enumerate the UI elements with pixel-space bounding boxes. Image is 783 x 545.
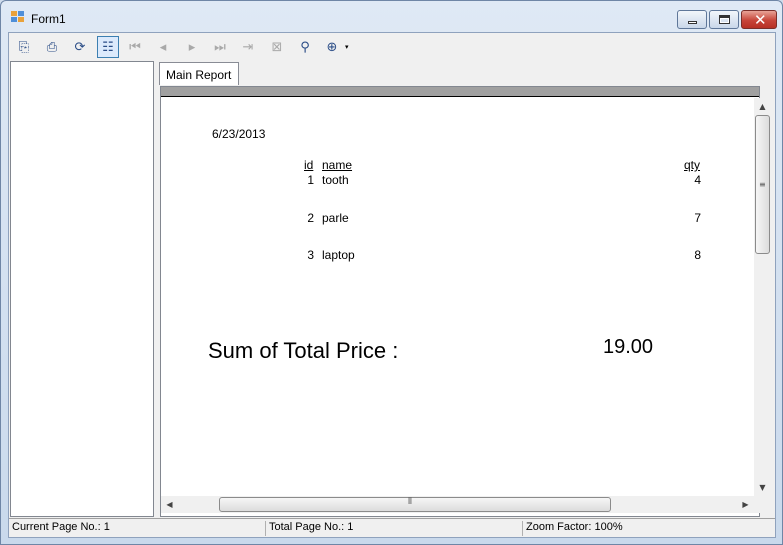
- find-text-button[interactable]: ⚲: [294, 36, 316, 58]
- zoom-button[interactable]: ⊕: [321, 36, 343, 58]
- export-report-button[interactable]: ⎘: [13, 36, 35, 58]
- last-page-icon: ⏭: [214, 39, 226, 55]
- scroll-left-icon[interactable]: ◀: [161, 496, 178, 513]
- find-binoculars-icon: ⚲: [300, 39, 310, 55]
- next-page-icon: ▸: [188, 39, 196, 55]
- toggle-group-tree-button[interactable]: ☷: [97, 36, 119, 58]
- export-report-icon: ⎘: [18, 39, 30, 55]
- row-name: parle: [322, 211, 349, 225]
- minimize-icon: [688, 21, 697, 24]
- vertical-scroll-thumb[interactable]: ≡: [755, 115, 770, 254]
- report-page-area[interactable]: 6/23/2013 id name qty 1 tooth 4 2 parle …: [160, 86, 771, 517]
- viewer-top-border: [161, 87, 759, 97]
- row-name: laptop: [322, 248, 355, 262]
- report-toolbar: ⎘ ⎙ ⟳ ☷ ⏮ ◂ ▸ ⏭ ⇥ ⊠ ⚲ ⊕ ▾: [9, 33, 775, 60]
- scrollbar-corner: [754, 496, 771, 513]
- status-bar: Current Page No.: 1 Total Page No.: 1 Zo…: [9, 518, 775, 537]
- row-id: 3: [307, 248, 314, 262]
- column-header-name: name: [322, 158, 353, 172]
- title-bar[interactable]: Form1 ✕: [1, 1, 782, 31]
- last-page-button[interactable]: ⏭: [209, 36, 231, 58]
- row-id: 1: [307, 173, 314, 187]
- zoom-icon: ⊕: [326, 39, 338, 55]
- horizontal-grip-icon: ⦀: [408, 497, 412, 507]
- scroll-down-icon[interactable]: ▼: [754, 479, 771, 496]
- horizontal-scrollbar[interactable]: ◀ ⦀ ▶: [161, 496, 754, 513]
- first-page-icon: ⏮: [129, 39, 141, 55]
- horizontal-scroll-thumb[interactable]: ⦀: [219, 497, 611, 512]
- zoom-dropdown-chevron-down-icon[interactable]: ▾: [345, 43, 349, 51]
- group-tree-panel[interactable]: [10, 61, 154, 517]
- toggle-group-tree-icon: ☷: [102, 39, 114, 55]
- goto-page-icon: ⇥: [242, 39, 254, 55]
- scroll-up-icon[interactable]: ▲: [754, 98, 771, 115]
- close-button[interactable]: ✕: [741, 10, 777, 29]
- next-page-button[interactable]: ▸: [181, 36, 203, 58]
- status-total-page: Total Page No.: 1: [266, 521, 523, 536]
- stop-loading-button[interactable]: ⊠: [266, 36, 288, 58]
- print-report-icon: ⎙: [46, 39, 58, 55]
- minimize-button[interactable]: [677, 10, 707, 29]
- maximize-button[interactable]: [709, 10, 739, 29]
- refresh-icon: ⟳: [74, 39, 86, 55]
- status-current-page: Current Page No.: 1: [9, 521, 266, 536]
- row-qty: 8: [694, 248, 701, 262]
- window-title: Form1: [31, 12, 66, 26]
- goto-page-button[interactable]: ⇥: [237, 36, 259, 58]
- refresh-button[interactable]: ⟳: [69, 36, 91, 58]
- vertical-scrollbar[interactable]: ▲ ≡ ▼: [754, 98, 771, 496]
- row-qty: 4: [694, 173, 701, 187]
- previous-page-icon: ◂: [159, 39, 167, 55]
- stop-loading-icon: ⊠: [271, 39, 283, 55]
- scroll-right-icon[interactable]: ▶: [737, 496, 754, 513]
- previous-page-button[interactable]: ◂: [152, 36, 174, 58]
- row-qty: 7: [694, 211, 701, 225]
- report-date: 6/23/2013: [212, 127, 266, 141]
- row-name: tooth: [322, 173, 349, 187]
- column-header-id: id: [304, 158, 314, 172]
- column-header-qty: qty: [684, 158, 701, 172]
- sum-total-price-value: 19.00: [603, 336, 654, 358]
- tab-main-report[interactable]: Main Report: [159, 62, 239, 85]
- first-page-button[interactable]: ⏮: [124, 36, 146, 58]
- print-report-button[interactable]: ⎙: [41, 36, 63, 58]
- status-zoom-factor: Zoom Factor: 100%: [526, 521, 623, 533]
- vertical-grip-icon: ≡: [759, 180, 766, 189]
- row-id: 2: [307, 211, 314, 225]
- crystal-report-viewer: ⎘ ⎙ ⟳ ☷ ⏮ ◂ ▸ ⏭ ⇥ ⊠ ⚲ ⊕ ▾ Main Report 6/…: [8, 32, 776, 538]
- maximize-icon: [719, 15, 730, 24]
- app-windows-icon: [11, 11, 25, 23]
- form1-window: Form1 ✕ ⎘ ⎙ ⟳ ☷ ⏮ ◂ ▸ ⏭ ⇥ ⊠ ⚲ ⊕ ▾ Main R…: [0, 0, 783, 545]
- close-icon: ✕: [754, 11, 767, 29]
- sum-total-price-label: Sum of Total Price :: [208, 338, 399, 363]
